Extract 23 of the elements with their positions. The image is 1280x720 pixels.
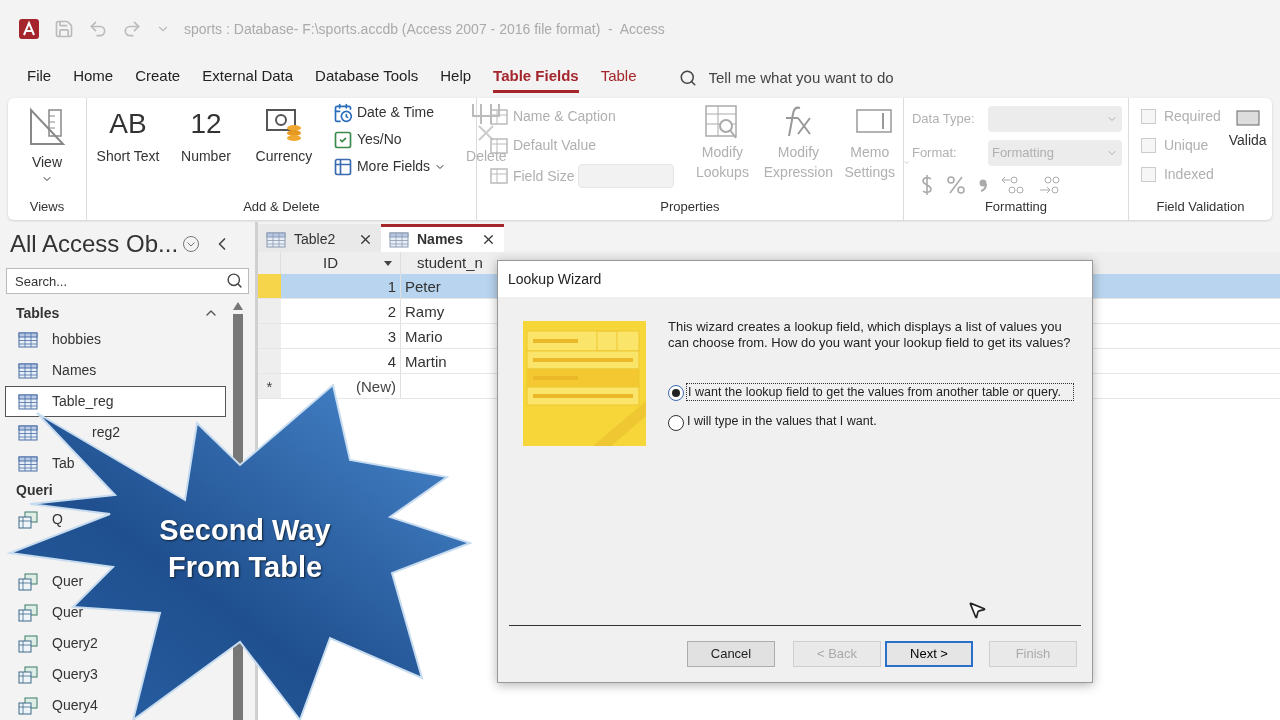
dialog-title: Lookup Wizard [508,269,602,289]
table-cell: 2 [281,299,401,323]
new-row-marker: * [258,374,281,398]
table-cell: 3 [281,324,401,348]
table-cell-text: Martin [404,352,448,372]
wizard-description: This wizard creates a lookup field, which displays a list of values you can choose from. How do you want your lookup field to get its values? [668,319,1072,351]
group-label: Formatting [983,197,1048,216]
group-label: Add & Delete [242,197,321,216]
field-label: Data Type: [911,110,976,129]
table-cell-text: Ramy [404,302,446,322]
group-label: Field Validation [1155,197,1246,216]
window-title: sports : Database- F:\sports.accdb (Access 2007 - 2016 file format) - Access [184,19,665,39]
group-label: Views [28,197,66,216]
group-label: Properties [659,197,721,216]
table-cell-text: Mario [404,327,444,347]
table-cell: 4 [281,349,401,373]
field-type-glyph: AB [109,107,147,141]
pane-title: All Access Ob... [10,229,179,259]
field-label: Format: [911,144,958,163]
table-cell-text: Peter [404,277,442,297]
callout-text: Second Way From Table [158,513,332,585]
table-cell: 1 [281,274,401,298]
field-type-glyph: 12 [190,107,222,141]
